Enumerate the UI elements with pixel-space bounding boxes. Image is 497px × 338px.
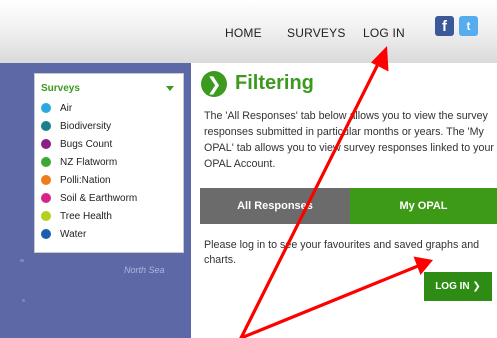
survey-legend-label: Tree Health: [60, 210, 112, 222]
survey-color-dot-icon: [41, 211, 51, 221]
twitter-icon[interactable]: t: [459, 16, 478, 36]
chevron-right-circle-icon: ❯: [201, 71, 227, 97]
survey-legend-item[interactable]: Bugs Count: [41, 137, 112, 151]
survey-legend-label: Soil & Earthworm: [60, 192, 138, 204]
survey-color-dot-icon: [41, 157, 51, 167]
survey-legend-label: Polli:Nation: [60, 174, 111, 186]
map-island: [20, 259, 24, 262]
survey-legend-item[interactable]: Water: [41, 227, 86, 241]
nav-surveys-link[interactable]: SURVEYS: [287, 26, 346, 40]
login-prompt-text: Please log in to see your favourites and…: [204, 239, 480, 266]
survey-legend-label: Bugs Count: [60, 138, 113, 150]
survey-legend-item[interactable]: Polli:Nation: [41, 173, 111, 187]
survey-color-dot-icon: [41, 175, 51, 185]
survey-legend-title: Surveys: [41, 83, 80, 94]
nav-login-link[interactable]: LOG IN: [363, 26, 405, 40]
survey-legend-panel: Surveys Air Biodiversity Bugs Count NZ Flat…: [34, 73, 184, 253]
nav-home-link[interactable]: HOME: [225, 26, 262, 40]
survey-legend-item[interactable]: Soil & Earthworm: [41, 191, 137, 205]
survey-legend-label: Water: [60, 228, 87, 240]
survey-legend-label: Biodiversity: [60, 120, 112, 132]
filtering-heading: Filtering: [235, 72, 314, 94]
login-button[interactable]: LOG IN ❯: [424, 272, 492, 301]
chevron-down-icon[interactable]: [166, 86, 174, 91]
survey-color-dot-icon: [41, 229, 51, 239]
annotation-arrow-to-login-button: [239, 256, 433, 338]
survey-legend-item[interactable]: NZ Flatworm: [41, 155, 117, 169]
survey-legend-item[interactable]: Tree Health: [41, 209, 112, 223]
survey-legend-label: NZ Flatworm: [60, 156, 118, 168]
survey-color-dot-icon: [41, 103, 51, 113]
survey-color-dot-icon: [41, 139, 51, 149]
survey-legend-label: Air: [60, 102, 73, 114]
filtering-description: The 'All Responses' tab below allows you…: [204, 110, 494, 170]
survey-color-dot-icon: [41, 121, 51, 131]
map-label-north-sea: North Sea: [124, 265, 165, 275]
top-navigation-bar: HOME SURVEYS LOG IN f t: [0, 0, 497, 63]
facebook-icon[interactable]: f: [435, 16, 454, 36]
survey-legend-item[interactable]: Air: [41, 101, 72, 115]
survey-legend-item[interactable]: Biodiversity: [41, 119, 111, 133]
response-tabs: All Responses My OPAL: [200, 188, 497, 224]
map-island: [22, 299, 25, 302]
tab-my-opal[interactable]: My OPAL: [350, 188, 497, 224]
survey-color-dot-icon: [41, 193, 51, 203]
tab-all-responses[interactable]: All Responses: [200, 188, 350, 224]
